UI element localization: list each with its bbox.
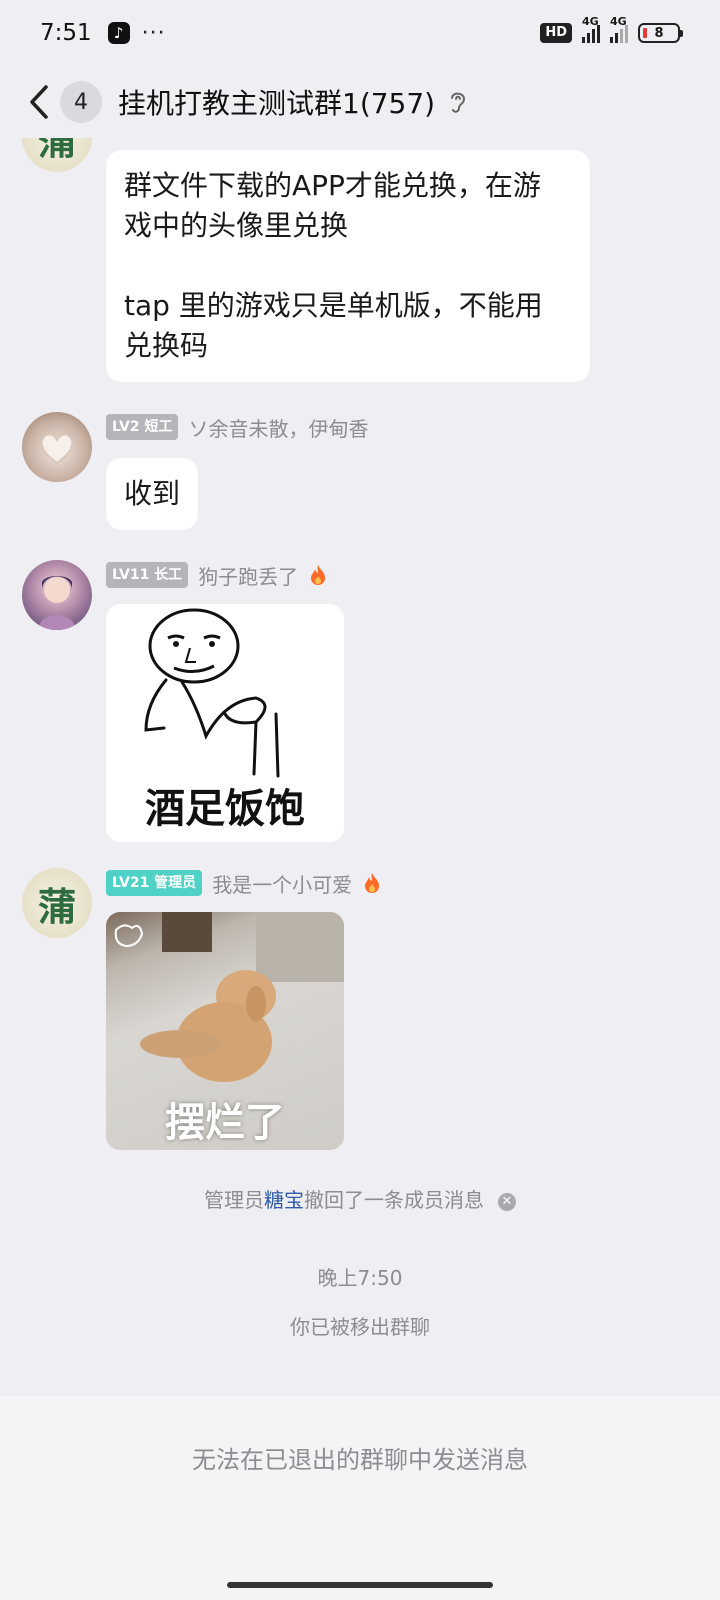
signal-icon-2: 4G (610, 15, 628, 43)
message-text: 群文件下载的APP才能兑换，在游 戏中的头像里兑换 tap 里的游戏只是单机版，… (124, 169, 543, 362)
battery-icon: 8 (638, 23, 683, 43)
hd-voice-icon: HD (540, 23, 572, 43)
more-notifications-icon: ··· (141, 20, 166, 46)
group-title[interactable]: 挂机打教主测试群1(757) (118, 82, 435, 122)
level-badge: LV21 管理员 (106, 870, 203, 896)
close-icon[interactable]: ✕ (498, 1192, 516, 1211)
sender-nickname[interactable]: 我是一个小可爱 (212, 869, 352, 898)
sticker-image[interactable]: 酒足饭饱 (106, 604, 344, 842)
chat-message-list[interactable]: 蒲 群文件下载的APP才能兑换，在游 戏中的头像里兑换 tap 里的游戏只是单机… (0, 138, 720, 1396)
battery-level: 8 (654, 25, 664, 41)
earpiece-mode-icon (447, 89, 469, 115)
unread-count-badge[interactable]: 4 (60, 81, 102, 123)
avatar[interactable]: 蒲 (22, 138, 92, 172)
sender-nickname[interactable]: 狗子跑丢了 (198, 561, 298, 590)
status-bar: 7:51 ♪ ··· HD 4G 4G 8 (0, 0, 720, 66)
message-bubble[interactable]: 收到 (106, 458, 199, 530)
recall-notice: 管理员糖宝撤回了一条成员消息 ✕ (0, 1184, 720, 1213)
removed-notice: 你已被移出群聊 (290, 1315, 430, 1339)
avatar[interactable]: 蒲 (22, 868, 92, 938)
cannot-send-notice: 无法在已退出的群聊中发送消息 (192, 1446, 528, 1474)
home-indicator[interactable] (227, 1582, 493, 1588)
sticker-image[interactable]: 摆烂了 (106, 912, 344, 1150)
network-type-label: 4G (582, 15, 599, 28)
status-indicators: HD 4G 4G 8 (540, 15, 683, 43)
recall-admin-name[interactable]: 糖宝 (264, 1188, 304, 1212)
sticker-caption: 酒足饭饱 (145, 786, 305, 832)
sender-info: LV2 短工 ソ余音未散，伊甸香 (106, 413, 368, 441)
input-disabled-footer: 无法在已退出的群聊中发送消息 (0, 1396, 720, 1600)
timestamp: 晚上7:50 (317, 1266, 403, 1290)
level-badge: LV11 长工 (106, 562, 189, 588)
back-arrow-icon[interactable] (24, 82, 54, 122)
fire-icon (365, 873, 380, 893)
message-bubble[interactable]: 群文件下载的APP才能兑换，在游 戏中的头像里兑换 tap 里的游戏只是单机版，… (106, 150, 590, 382)
message-text: 收到 (124, 477, 181, 510)
network-type-label-2: 4G (610, 15, 627, 28)
sender-info: LV21 管理员 我是一个小可爱 (106, 869, 382, 897)
sender-nickname[interactable]: ソ余音未散，伊甸香 (188, 413, 368, 442)
recall-suffix: 撤回了一条成员消息 (304, 1188, 484, 1212)
tiktok-notification-icon: ♪ (107, 22, 130, 44)
avatar[interactable] (22, 412, 92, 482)
chat-header: 4 挂机打教主测试群1(757) (0, 66, 720, 138)
sticker-caption: 摆烂了 (165, 1100, 285, 1146)
level-badge: LV2 短工 (106, 414, 179, 440)
signal-icon: 4G (582, 15, 600, 43)
sender-info: LV11 长工 狗子跑丢了 (106, 561, 328, 589)
recall-prefix: 管理员 (204, 1188, 264, 1212)
avatar[interactable] (22, 560, 92, 630)
status-time: 7:51 (40, 20, 92, 46)
fire-icon (311, 565, 326, 585)
